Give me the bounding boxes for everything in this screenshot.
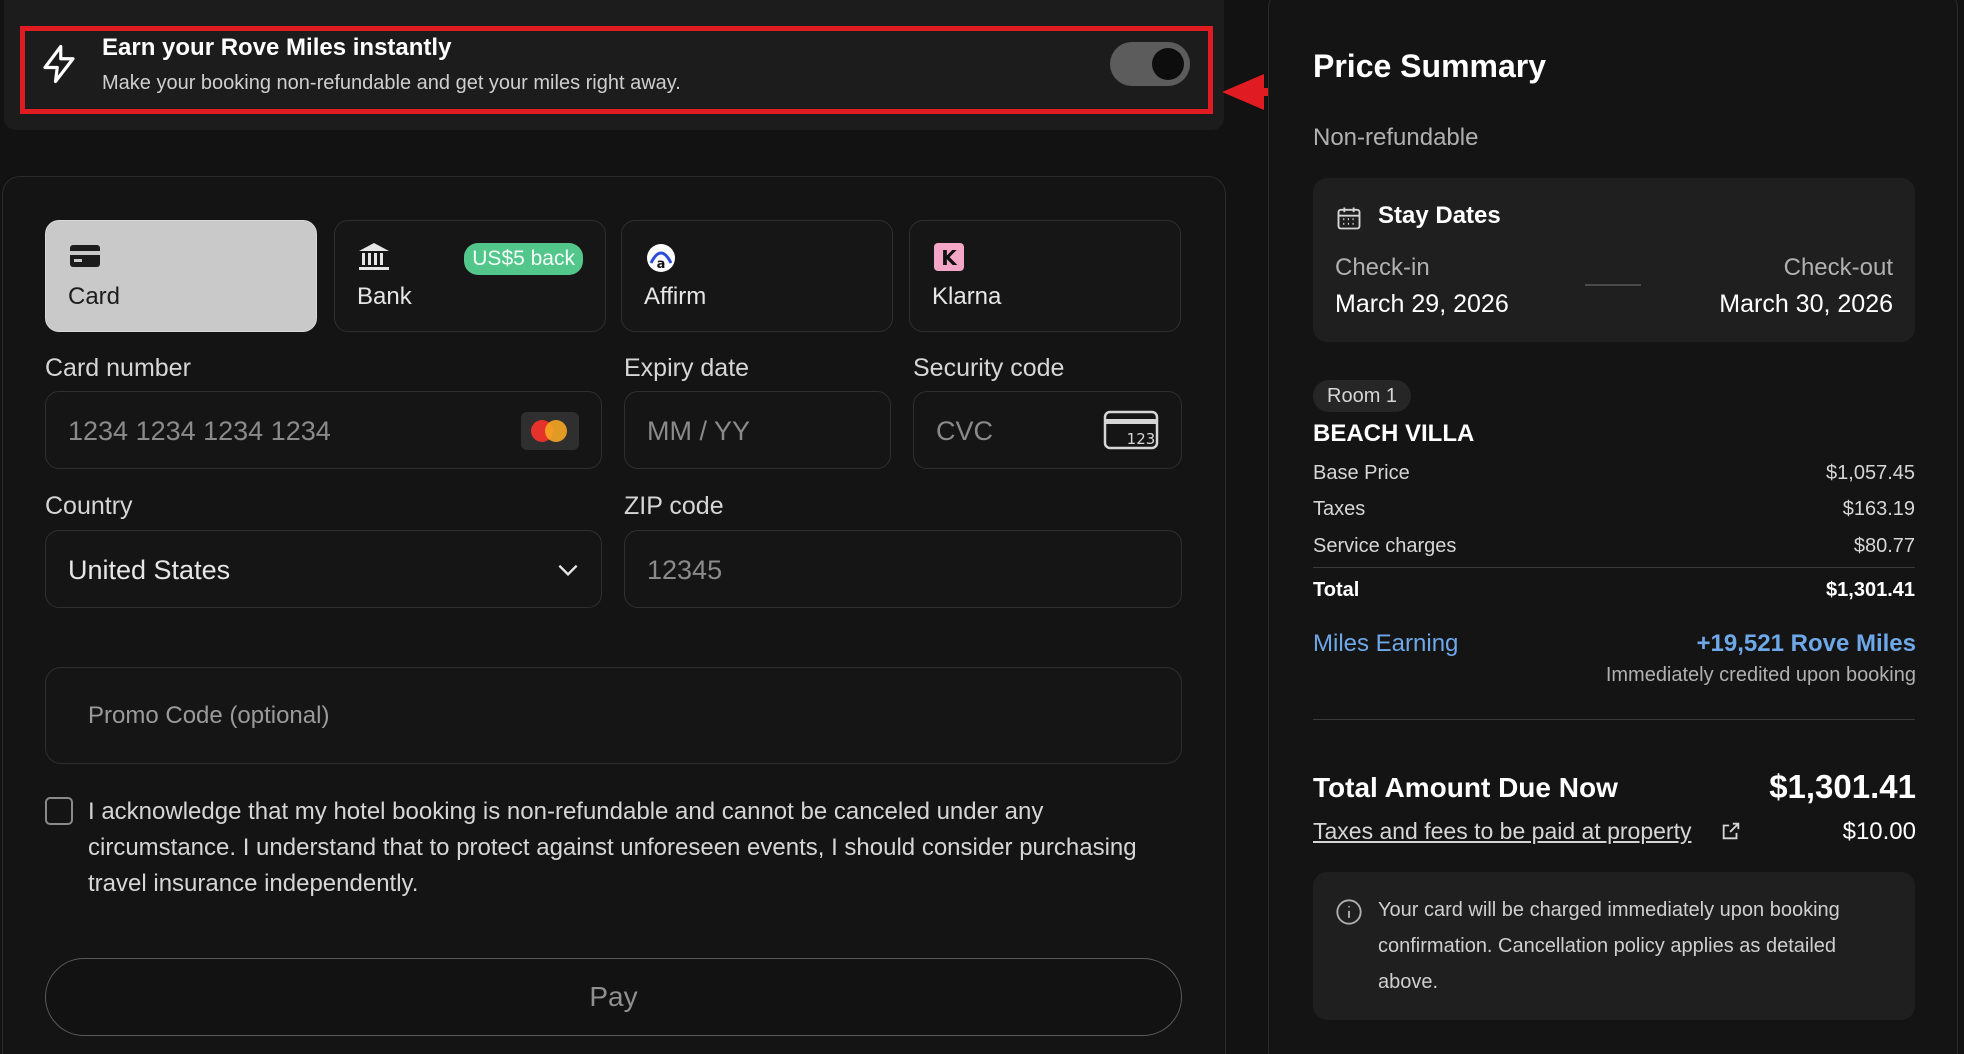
total-due-label: Total Amount Due Now [1313, 772, 1618, 803]
checkout-date: March 30, 2026 [1719, 290, 1893, 318]
card-number-input[interactable]: 1234 1234 1234 1234 [45, 391, 602, 469]
credit-card-icon [70, 245, 100, 267]
checkin-label: Check-in [1335, 254, 1430, 281]
zip-input[interactable]: 12345 [624, 530, 1182, 608]
row-value: $1,301.41 [1826, 579, 1915, 601]
cashback-badge: US$5 back [464, 243, 583, 275]
notice-text: Your card will be charged immediately up… [1378, 899, 1840, 993]
promo-code-input[interactable]: Promo Code (optional) [45, 667, 1182, 764]
stay-dates-title: Stay Dates [1378, 202, 1501, 229]
country-select[interactable]: United States [45, 530, 602, 608]
expiry-input[interactable]: MM / YY [624, 391, 891, 469]
total-divider [1313, 567, 1915, 568]
taxes-fees-value: $10.00 [1842, 818, 1916, 845]
total-due-value: $1,301.41 [1769, 768, 1916, 805]
cvc-card-icon: 123 [1103, 410, 1159, 450]
method-label: Affirm [644, 283, 707, 310]
refund-policy: Non-refundable [1313, 124, 1479, 151]
security-code-input[interactable]: CVC 123 [913, 391, 1182, 469]
price-summary-title: Price Summary [1313, 48, 1547, 84]
row-label: Service charges [1313, 535, 1457, 557]
expiry-label: Expiry date [624, 354, 750, 382]
svg-text:K: K [941, 246, 958, 270]
miles-earning-label: Miles Earning [1313, 630, 1459, 657]
row-label: Base Price [1313, 462, 1410, 484]
cvc-icon-text: 123 [1127, 430, 1156, 448]
method-card[interactable]: Card [45, 220, 317, 332]
room-pill: Room 1 [1313, 380, 1412, 412]
zip-label: ZIP code [624, 492, 724, 520]
acknowledge-text: I acknowledge that my hotel booking is n… [88, 798, 1137, 897]
method-affirm[interactable]: a Affirm [621, 220, 893, 332]
miles-earning-value: +19,521 Rove Miles [1696, 630, 1916, 657]
method-klarna[interactable]: K Klarna [909, 220, 1181, 332]
dates-divider [1585, 284, 1641, 286]
banner-subtitle: Make your booking non-refundable and get… [102, 72, 681, 94]
price-row-taxes: Taxes $163.19 [1313, 498, 1915, 521]
method-label: Card [68, 283, 121, 310]
card-number-label: Card number [45, 354, 191, 382]
calendar-icon [1337, 207, 1361, 230]
external-link-icon[interactable] [1720, 820, 1742, 842]
security-code-label: Security code [913, 354, 1065, 382]
checkin-date: March 29, 2026 [1335, 290, 1509, 318]
card-number-placeholder: 1234 1234 1234 1234 [68, 416, 331, 446]
price-row-service: Service charges $80.77 [1313, 535, 1915, 558]
row-value: $80.77 [1853, 535, 1915, 557]
mastercard-icon [521, 412, 579, 450]
svg-text:a: a [657, 257, 666, 272]
row-label: Taxes [1313, 498, 1366, 520]
price-row-base: Base Price $1,057.45 [1313, 462, 1915, 485]
method-bank[interactable]: US$5 back Bank [334, 220, 606, 332]
klarna-icon: K [934, 243, 964, 271]
affirm-icon: a [647, 244, 675, 272]
charge-notice: Your card will be charged immediately up… [1313, 872, 1915, 1020]
miles-note: Immediately credited upon booking [1605, 664, 1916, 686]
method-label: Bank [357, 283, 412, 310]
row-value: $163.19 [1842, 498, 1915, 520]
pay-button[interactable]: Pay [45, 958, 1182, 1036]
payment-column: Earn your Rove Miles instantly Make your… [0, 0, 1228, 1054]
summary-divider [1313, 719, 1915, 720]
price-row-total: Total $1,301.41 [1313, 579, 1915, 602]
info-icon [1336, 899, 1362, 925]
country-label: Country [45, 492, 133, 520]
expiry-placeholder: MM / YY [647, 416, 751, 446]
taxes-fees-link[interactable]: Taxes and fees to be paid at property [1313, 818, 1691, 845]
promo-placeholder: Promo Code (optional) [88, 702, 330, 729]
lightning-icon [43, 44, 75, 84]
toggle-knob [1152, 48, 1184, 80]
row-value: $1,057.45 [1826, 462, 1915, 484]
row-label: Total [1313, 579, 1360, 601]
chevron-down-icon [558, 564, 578, 577]
method-label: Klarna [932, 283, 1002, 310]
checkout-label: Check-out [1783, 254, 1893, 281]
zip-placeholder: 12345 [647, 555, 723, 585]
room-name: BEACH VILLA [1313, 420, 1475, 447]
country-value: United States [68, 555, 231, 585]
bank-icon [359, 243, 389, 270]
instant-miles-toggle[interactable] [1110, 42, 1190, 86]
acknowledge-checkbox[interactable] [45, 797, 73, 825]
pay-button-label: Pay [589, 981, 638, 1012]
banner-title: Earn your Rove Miles instantly [102, 34, 452, 61]
cvc-placeholder: CVC [936, 416, 994, 446]
stay-dates-card: Stay Dates Check-in March 29, 2026 Check… [1313, 178, 1915, 342]
